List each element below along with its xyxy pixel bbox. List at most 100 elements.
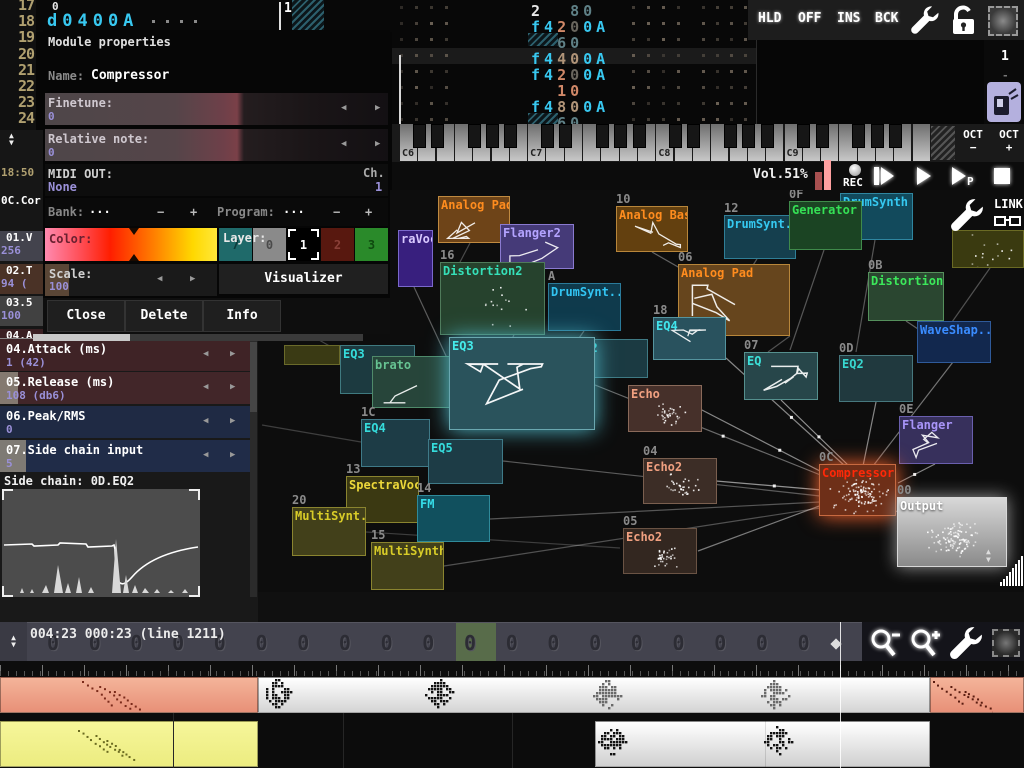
pattern-cell-value[interactable]: 60 (531, 114, 583, 124)
scale-dec-icon[interactable]: ◀ (157, 275, 162, 284)
piano-black-key[interactable] (614, 124, 627, 148)
info-button[interactable]: Info (203, 300, 281, 332)
piano-black-key[interactable] (742, 124, 755, 148)
dec-arrow-icon[interactable]: ◀ (203, 349, 208, 359)
relative-note-slider[interactable]: Relative note: 0 ◀ ▶ (45, 129, 388, 161)
dec-arrow-icon[interactable]: ◀ (203, 450, 208, 460)
piano-black-key[interactable] (852, 124, 865, 148)
inc-arrow-icon[interactable]: ▶ (230, 382, 235, 392)
timeline-tracks[interactable] (0, 676, 1024, 768)
controller-row[interactable]: 07.Side chain input5◀▶ (0, 440, 250, 472)
module-view-toggle[interactable] (987, 82, 1021, 122)
glasses-icon[interactable] (993, 214, 1023, 228)
controllers-scrollbar[interactable] (250, 340, 257, 597)
timeline-scroll-button[interactable]: ▲▼ (0, 622, 27, 661)
timeline-slot[interactable]: 0 (714, 631, 726, 655)
piano-black-key[interactable] (596, 124, 609, 148)
timeline-slot[interactable]: 0 (464, 631, 476, 655)
dec-arrow-icon[interactable]: ◀ (203, 416, 208, 426)
close-button[interactable]: Close (47, 300, 125, 332)
bank-value[interactable]: ... (89, 203, 111, 215)
volume-slider[interactable] (815, 160, 833, 190)
play-pattern-button[interactable]: P (948, 163, 980, 189)
piano-black-key[interactable] (687, 124, 700, 148)
pattern-clip[interactable] (595, 721, 930, 767)
octave-up-button[interactable]: OCT+ (994, 128, 1024, 154)
program-dec-button[interactable]: − (333, 206, 340, 218)
zoom-in-icon[interactable] (906, 626, 942, 660)
module-box[interactable]: EQ5 (428, 439, 503, 484)
module-box[interactable]: Distortion (868, 272, 944, 321)
timeline-slot[interactable]: 0 (256, 631, 268, 655)
module-box[interactable]: Distortion2 (440, 262, 545, 335)
inc-arrow-icon[interactable]: ▶ (375, 104, 380, 113)
inc-arrow-icon[interactable]: ▶ (375, 140, 380, 149)
module-box[interactable]: EQ3 (449, 337, 595, 430)
scale-inc-icon[interactable]: ▶ (190, 275, 195, 284)
inc-arrow-icon[interactable]: ▶ (230, 416, 235, 426)
module-box[interactable]: Flanger (899, 416, 973, 464)
scroll-updown-icon[interactable]: ▲▼ (9, 132, 14, 146)
module-box[interactable]: DrumSynt..2 (724, 215, 796, 259)
dialog-scrollbar[interactable] (33, 334, 363, 341)
module-box[interactable]: Compressor (819, 464, 896, 516)
piano-black-key[interactable] (724, 124, 737, 148)
layer-cell[interactable]: 3 (355, 228, 388, 261)
dec-arrow-icon[interactable]: ◀ (341, 140, 346, 149)
play-from-start-button[interactable] (870, 163, 898, 189)
module-box[interactable]: EQ4 (653, 317, 726, 360)
timeline-slot[interactable]: 0 (589, 631, 601, 655)
module-box[interactable]: brato (372, 356, 460, 408)
timeline-slot[interactable]: 0 (381, 631, 393, 655)
delete-button[interactable]: Delete (125, 300, 203, 332)
timeline-slot[interactable]: 0 (547, 631, 559, 655)
visualizer-button[interactable]: Visualizer (219, 264, 388, 294)
play-button[interactable] (911, 163, 937, 189)
program-inc-button[interactable]: + (365, 206, 372, 218)
module-box[interactable]: MultiSynth (371, 542, 444, 590)
insert-button[interactable]: INS (837, 12, 860, 25)
piano-black-key[interactable] (431, 124, 444, 148)
record-button[interactable]: REC (838, 162, 872, 190)
module-box[interactable]: Analog Bas (616, 206, 688, 252)
bank-dec-button[interactable]: − (157, 206, 164, 218)
dec-arrow-icon[interactable]: ◀ (203, 382, 208, 392)
piano-black-key[interactable] (797, 124, 810, 148)
stop-button[interactable] (990, 164, 1014, 188)
hold-button[interactable]: HLD (758, 12, 781, 25)
volume-label[interactable]: Vol.51% (753, 168, 808, 181)
timeline-slot[interactable]: 0 (798, 631, 810, 655)
controller-row[interactable]: 04.Attack (ms)1 (42)◀▶ (0, 338, 250, 371)
timeline-slot[interactable]: 0 (631, 631, 643, 655)
piano-black-key[interactable] (468, 124, 481, 148)
selection-icon[interactable] (988, 6, 1018, 36)
module-box[interactable]: Echo (628, 385, 702, 432)
piano-black-key[interactable] (541, 124, 554, 148)
piano-black-key[interactable] (889, 124, 902, 148)
piano-black-key[interactable] (871, 124, 884, 148)
timeline-slot[interactable]: 0 (339, 631, 351, 655)
off-button[interactable]: OFF (798, 12, 821, 25)
timeline-slot[interactable]: 0 (297, 631, 309, 655)
back-button[interactable]: BCK (875, 12, 898, 25)
timeline-slot[interactable]: 0 (506, 631, 518, 655)
piano-black-key[interactable] (761, 124, 774, 148)
piano-black-key[interactable] (486, 124, 499, 148)
pattern-block[interactable] (292, 0, 324, 30)
module-box[interactable]: EQ (744, 352, 818, 400)
module-box[interactable]: EQ2 (839, 355, 913, 402)
module-box[interactable]: Echo2 (643, 458, 717, 504)
timeline-slot[interactable]: 0 (756, 631, 768, 655)
module-name-field[interactable]: Compressor (91, 69, 169, 82)
program-value[interactable]: ... (283, 203, 305, 215)
page-number[interactable]: 1 (1001, 50, 1009, 63)
piano-white-key[interactable] (913, 124, 930, 161)
meter-scroll-icon[interactable]: ▲▼ (986, 548, 991, 564)
module-box[interactable]: FM (417, 495, 490, 542)
controller-row[interactable]: 05.Release (ms)108 (db6)◀▶ (0, 372, 250, 404)
bank-inc-button[interactable]: + (190, 206, 197, 218)
module-box[interactable] (284, 345, 340, 365)
dec-arrow-icon[interactable]: ◀ (341, 104, 346, 113)
scale-row[interactable]: Scale: 100 ◀ ▶ (45, 264, 217, 296)
pattern-editor-center[interactable]: 2 80f4200A 60f4400Af4200A 10f4800A 60 (392, 0, 757, 124)
